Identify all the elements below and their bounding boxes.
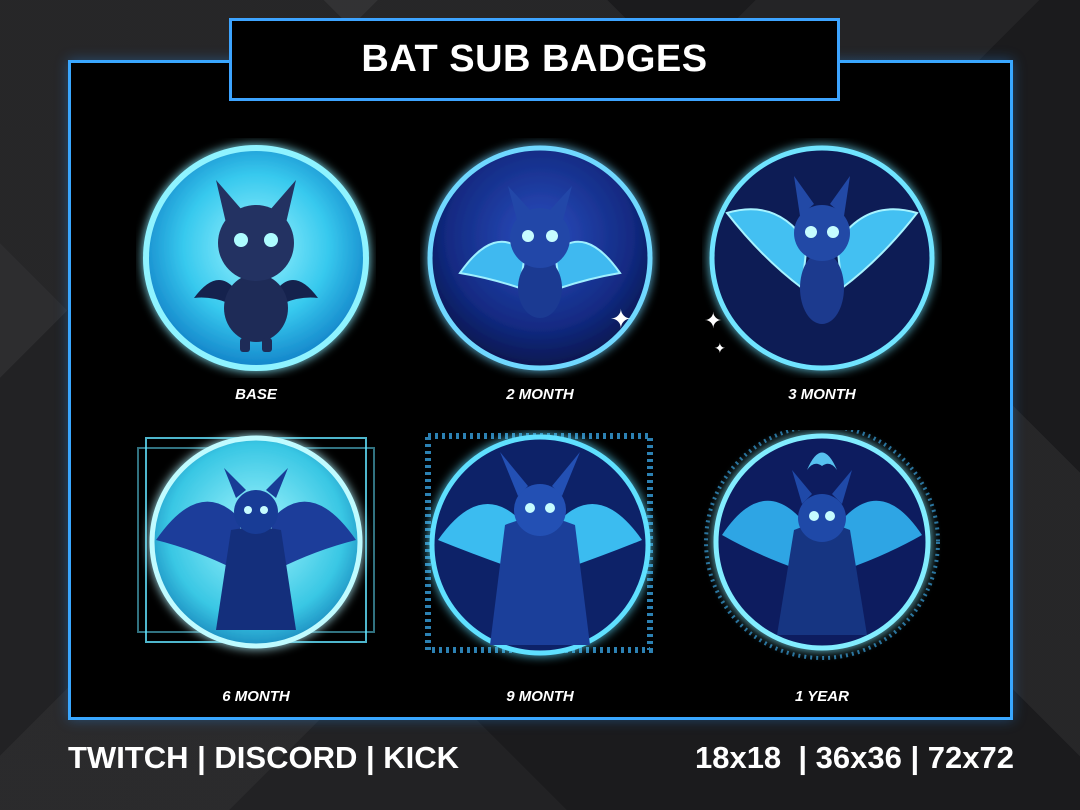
badge-label-2-month: 2 MONTH (506, 386, 574, 403)
badge-2-month: ✦ 2 MONTH (420, 138, 660, 403)
page-title: BAT SUB BADGES (229, 18, 840, 101)
footer-sizes: 18x18 | 36x36 | 72x72 (694, 740, 1014, 775)
badge-label-1-year: 1 YEAR (795, 688, 849, 705)
vampire-bat-icon (137, 435, 375, 649)
badge-label-base: BASE (235, 386, 277, 403)
bat-cute-icon (143, 145, 369, 371)
badge-3-month: ✦ ✦ 3 MONTH (702, 138, 942, 403)
badge-9-month: 9 MONTH (420, 430, 660, 705)
badge-label-9-month: 9 MONTH (506, 688, 574, 705)
svg-text:✦: ✦ (610, 305, 632, 335)
svg-text:✦: ✦ (714, 341, 726, 357)
bat-wide-wings-icon: ✦ ✦ (704, 145, 935, 371)
badge-label-6-month: 6 MONTH (222, 688, 290, 705)
bat-small-wings-icon: ✦ (427, 145, 653, 371)
badge-label-3-month: 3 MONTH (788, 386, 856, 403)
crowned-bat-icon (704, 430, 940, 660)
badge-base: BASE (136, 138, 376, 403)
page-title-text: BAT SUB BADGES (361, 38, 708, 80)
badge-1-year: 1 YEAR (702, 430, 942, 705)
furry-bat-icon (425, 433, 653, 656)
svg-text:✦: ✦ (704, 309, 722, 334)
footer-platforms: TWITCH | DISCORD | KICK (68, 740, 460, 775)
badge-6-month: 6 MONTH (136, 430, 376, 705)
